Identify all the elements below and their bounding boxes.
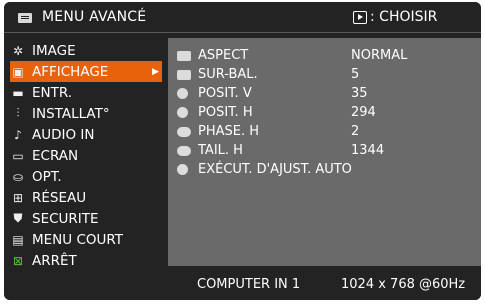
overscan-icon bbox=[177, 69, 191, 80]
screen-icon: ▭ bbox=[12, 148, 24, 163]
input-icon: ▬ bbox=[12, 85, 24, 100]
setting-value: 5 bbox=[351, 67, 360, 82]
sidebar-item-entr[interactable]: ▬ ENTR. bbox=[10, 82, 170, 103]
setting-row-posit-v[interactable]: POSIT. V 35 bbox=[168, 84, 481, 103]
installation-icon: ⫶ bbox=[16, 106, 20, 120]
sidebar-item-label: ECRAN bbox=[32, 147, 79, 164]
signal-resolution: 1024 x 768 @60Hz bbox=[341, 277, 466, 292]
setting-row-phase-h[interactable]: PHASE. H 2 bbox=[168, 122, 481, 141]
choose-label: : CHOISIR bbox=[370, 9, 438, 25]
options-icon: ⛀ bbox=[12, 169, 24, 184]
sidebar-item-label: IMAGE bbox=[32, 42, 76, 59]
sidebar-item-audio-in[interactable]: ♪ AUDIO IN bbox=[10, 124, 170, 145]
sidebar-item-label: ARRÊT bbox=[32, 252, 77, 269]
sidebar-item-label: AUDIO IN bbox=[32, 126, 95, 143]
sun-icon: ✲ bbox=[12, 43, 24, 58]
sidebar-item-label: RÉSEAU bbox=[32, 189, 87, 206]
exit-icon: ⊠ bbox=[12, 253, 24, 268]
network-icon: ⊞ bbox=[12, 190, 24, 205]
shield-icon: ⛊ bbox=[13, 211, 23, 225]
short-menu-icon: ▤ bbox=[12, 232, 24, 247]
setting-value: 1344 bbox=[351, 143, 385, 158]
music-note-icon: ♪ bbox=[14, 127, 22, 142]
menu-icon bbox=[18, 13, 32, 23]
aspect-icon bbox=[177, 50, 191, 61]
sidebar-item-installation[interactable]: ⫶ INSTALLAT° bbox=[10, 103, 170, 124]
size-icon bbox=[177, 145, 191, 156]
sidebar-item-image[interactable]: ✲ IMAGE bbox=[10, 40, 170, 61]
setting-row-tail-h[interactable]: TAIL. H 1344 bbox=[168, 141, 481, 160]
setting-value: 2 bbox=[351, 124, 360, 139]
setting-value: 35 bbox=[351, 86, 368, 101]
setting-label: PHASE. H bbox=[198, 124, 260, 139]
sidebar-item-securite[interactable]: ⛊ SECURITE bbox=[10, 208, 170, 229]
sidebar-item-label: OPT. bbox=[32, 168, 62, 185]
sidebar-item-label: SECURITE bbox=[32, 210, 99, 227]
setting-value: 294 bbox=[351, 105, 376, 120]
chevron-right-icon: ▶ bbox=[152, 66, 159, 77]
menu-header: MENU AVANCÉ : CHOISIR bbox=[4, 2, 481, 33]
setting-row-posit-h[interactable]: POSIT. H 294 bbox=[168, 103, 481, 122]
sidebar-item-label: INSTALLAT° bbox=[32, 105, 110, 122]
sidebar-item-opt[interactable]: ⛀ OPT. bbox=[10, 166, 170, 187]
sidebar-item-label: MENU COURT bbox=[32, 231, 124, 248]
setting-row-auto-adjust[interactable]: EXÉCUT. D'AJUST. AUTO bbox=[168, 160, 481, 179]
setting-label: SUR-BAL. bbox=[198, 67, 258, 82]
sidebar-item-reseau[interactable]: ⊞ RÉSEAU bbox=[10, 187, 170, 208]
sidebar-item-ecran[interactable]: ▭ ECRAN bbox=[10, 145, 170, 166]
setting-label: POSIT. H bbox=[198, 105, 253, 120]
choose-hint: : CHOISIR bbox=[353, 9, 437, 25]
setting-row-aspect[interactable]: ASPECT NORMAL bbox=[168, 46, 481, 65]
category-sidebar: ✲ IMAGE ▣ AFFICHAGE ▶ ▬ ENTR. ⫶ INSTALLA… bbox=[10, 40, 170, 271]
sidebar-item-label: ENTR. bbox=[32, 84, 73, 101]
enter-key-icon bbox=[353, 10, 367, 24]
horizontal-position-icon bbox=[177, 107, 188, 118]
setting-label: ASPECT bbox=[198, 48, 249, 63]
menu-title: MENU AVANCÉ bbox=[42, 9, 147, 25]
vertical-position-icon bbox=[177, 88, 188, 99]
setting-label: EXÉCUT. D'AJUST. AUTO bbox=[198, 162, 352, 177]
settings-panel: ASPECT NORMAL SUR-BAL. 5 POSIT. V 35 POS… bbox=[168, 38, 481, 266]
auto-adjust-icon bbox=[177, 164, 188, 175]
setting-label: POSIT. V bbox=[198, 86, 252, 101]
setting-value: NORMAL bbox=[351, 48, 408, 63]
phase-icon bbox=[177, 126, 191, 137]
setting-label: TAIL. H bbox=[198, 143, 243, 158]
setting-row-sur-bal[interactable]: SUR-BAL. 5 bbox=[168, 65, 481, 84]
sidebar-item-label: AFFICHAGE bbox=[32, 63, 109, 80]
status-bar: COMPUTER IN 1 1024 x 768 @60Hz bbox=[4, 268, 481, 300]
display-icon: ▣ bbox=[12, 64, 24, 79]
sidebar-item-menu-court[interactable]: ▤ MENU COURT bbox=[10, 229, 170, 250]
input-source: COMPUTER IN 1 bbox=[197, 277, 301, 292]
projector-osd-menu: MENU AVANCÉ : CHOISIR ✲ IMAGE ▣ AFFICHAG… bbox=[4, 2, 481, 300]
sidebar-item-affichage[interactable]: ▣ AFFICHAGE ▶ bbox=[10, 61, 162, 82]
